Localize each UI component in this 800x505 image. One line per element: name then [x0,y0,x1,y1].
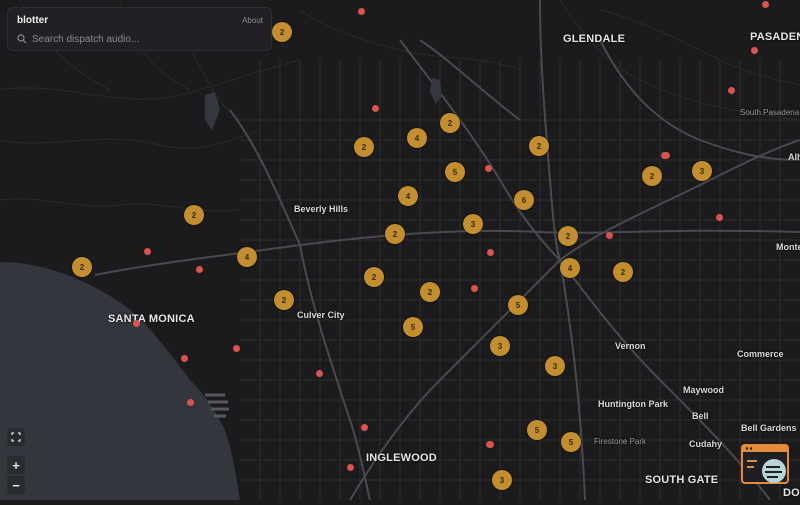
incident-marker[interactable] [233,345,240,352]
incident-cluster[interactable]: 2 [72,257,92,277]
incident-marker[interactable] [187,399,194,406]
incident-cluster[interactable]: 4 [560,258,580,278]
search-panel: blotter About [7,7,272,51]
zoom-out-button[interactable]: − [7,476,25,494]
incident-cluster[interactable]: 2 [529,136,549,156]
incident-marker[interactable] [372,105,379,112]
incident-marker[interactable] [762,1,769,8]
incident-marker[interactable] [358,8,365,15]
incident-cluster[interactable]: 4 [237,247,257,267]
place-label: Firestone Park [594,437,647,446]
map-view[interactable] [0,0,800,501]
place-label: Bell [692,411,709,421]
place-label: South Pasadena [740,108,800,117]
incident-marker[interactable] [471,285,478,292]
incident-marker[interactable] [485,165,492,172]
incident-cluster[interactable]: 5 [445,162,465,182]
incident-marker[interactable] [133,320,140,327]
incident-cluster[interactable]: 5 [561,432,581,452]
incident-cluster[interactable]: 2 [440,113,460,133]
app-title: blotter [17,15,49,26]
dispatch-radio-logo-icon[interactable] [740,443,792,489]
place-label: Commerce [737,349,784,359]
incident-marker[interactable] [487,441,494,448]
incident-marker[interactable] [196,266,203,273]
incident-cluster[interactable]: 3 [463,214,483,234]
incident-marker[interactable] [751,47,758,54]
incident-cluster[interactable]: 2 [184,205,204,225]
incident-cluster[interactable]: 2 [274,290,294,310]
incident-cluster[interactable]: 2 [385,224,405,244]
search-icon [17,34,27,44]
place-label: Vernon [615,341,646,351]
basemap [0,0,800,501]
incident-marker[interactable] [728,87,735,94]
incident-cluster[interactable]: 2 [272,22,292,42]
incident-cluster[interactable]: 5 [527,420,547,440]
place-label: Alh [788,152,800,162]
incident-cluster[interactable]: 6 [514,190,534,210]
incident-cluster[interactable]: 4 [398,186,418,206]
incident-cluster[interactable]: 2 [364,267,384,287]
incident-marker[interactable] [181,355,188,362]
incident-cluster[interactable]: 5 [403,317,423,337]
incident-cluster[interactable]: 2 [420,282,440,302]
incident-cluster[interactable]: 3 [492,470,512,490]
place-label: Bell Gardens [741,423,797,433]
search-input[interactable] [30,30,269,48]
place-label: Culver City [297,310,345,320]
place-label: Beverly Hills [294,204,349,214]
zoom-in-button[interactable]: + [7,456,25,474]
place-label: Monte [776,242,800,252]
fullscreen-icon [11,432,21,442]
incident-cluster[interactable]: 3 [490,336,510,356]
about-link[interactable]: About [242,16,263,25]
place-label: PASADENA [750,31,800,43]
incident-cluster[interactable]: 2 [354,137,374,157]
incident-marker[interactable] [144,248,151,255]
incident-cluster[interactable]: 2 [558,226,578,246]
place-label: SOUTH GATE [645,474,719,486]
place-label: Maywood [683,385,725,395]
incident-marker[interactable] [347,464,354,471]
incident-marker[interactable] [663,152,670,159]
incident-cluster[interactable]: 2 [613,262,633,282]
place-label: GLENDALE [563,33,626,45]
incident-cluster[interactable]: 3 [545,356,565,376]
incident-cluster[interactable]: 4 [407,128,427,148]
incident-cluster[interactable]: 3 [692,161,712,181]
fullscreen-button[interactable] [7,428,25,446]
incident-marker[interactable] [316,370,323,377]
incident-marker[interactable] [487,249,494,256]
place-label: SANTA MONICA [108,313,195,325]
incident-cluster[interactable]: 2 [642,166,662,186]
place-label: Huntington Park [598,399,668,409]
place-label: INGLEWOOD [366,452,437,464]
incident-marker[interactable] [716,214,723,221]
incident-marker[interactable] [606,232,613,239]
incident-cluster[interactable]: 5 [508,295,528,315]
place-label: Cudahy [689,439,723,449]
incident-marker[interactable] [361,424,368,431]
